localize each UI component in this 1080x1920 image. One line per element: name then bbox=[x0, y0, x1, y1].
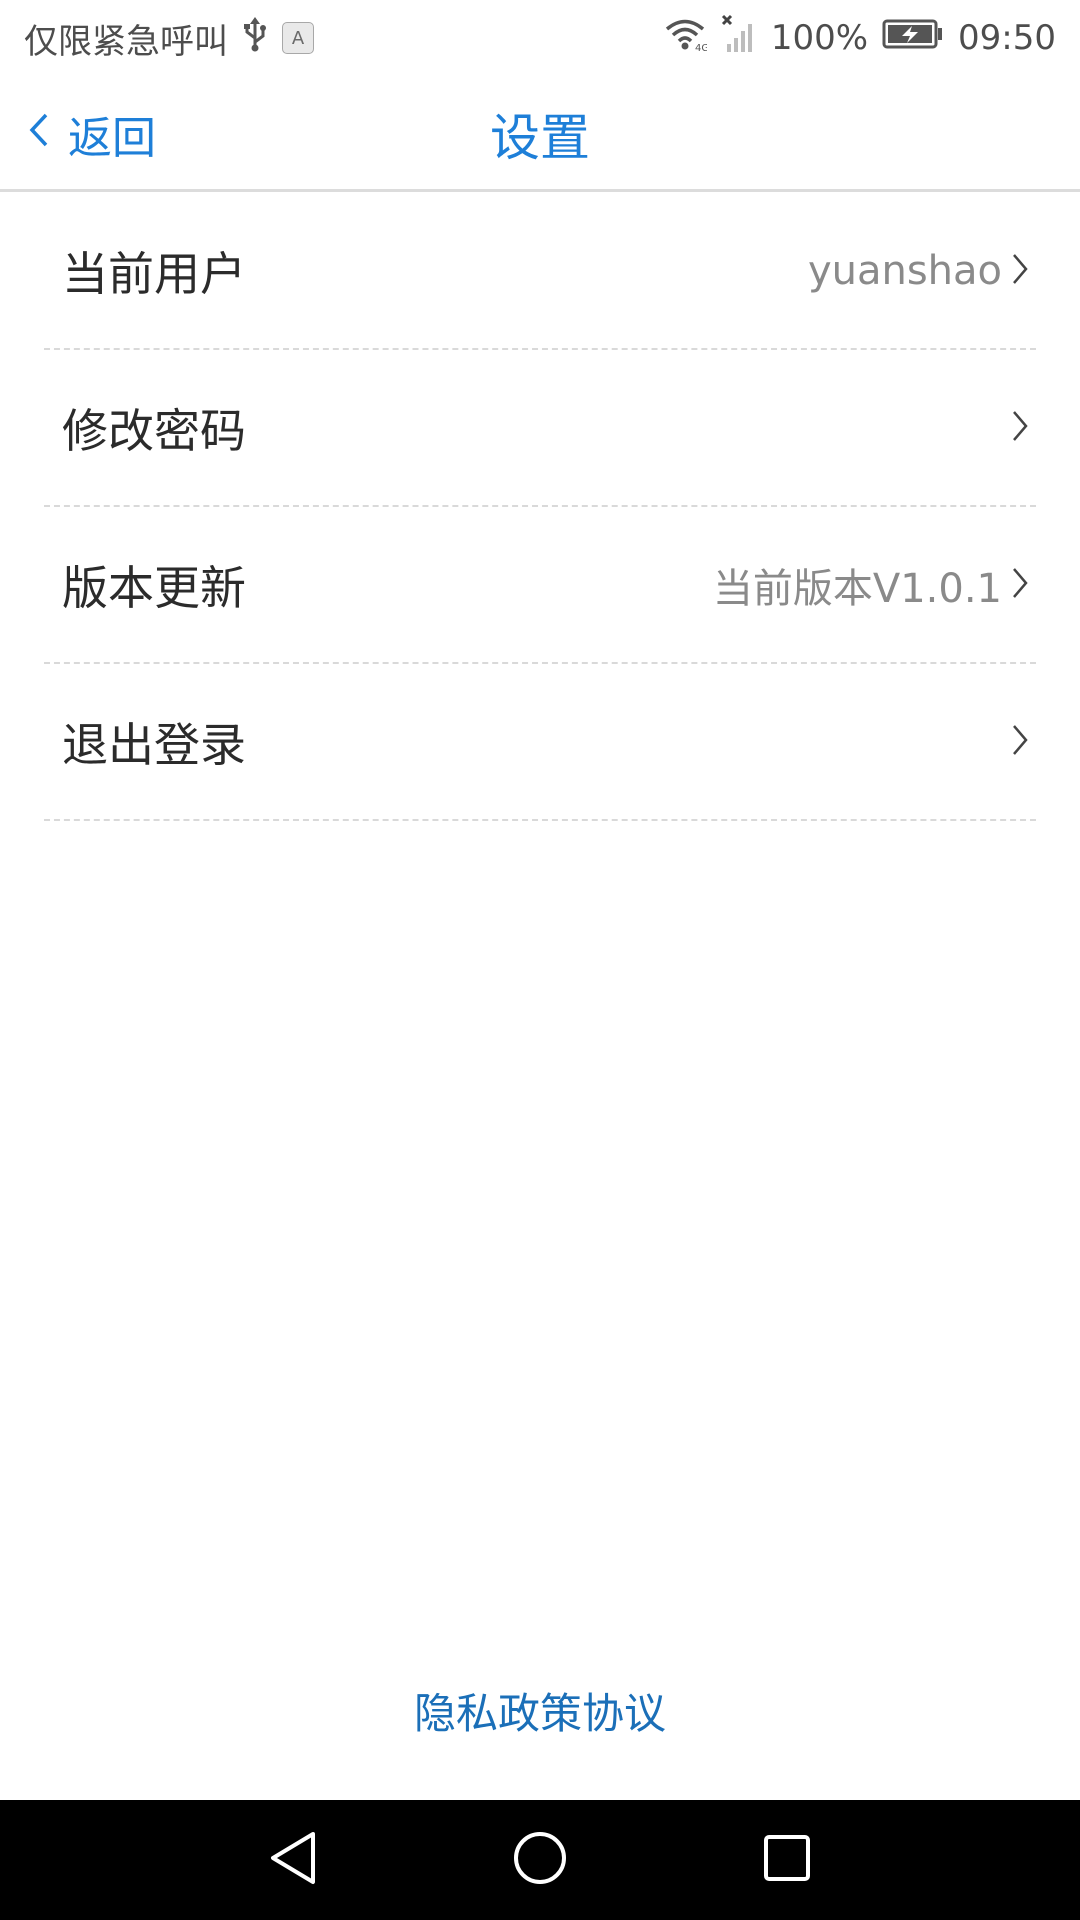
item-right: 当前版本V1.0.1 bbox=[713, 556, 1030, 614]
item-label: 修改密码 bbox=[62, 403, 246, 458]
item-right: yuanshao bbox=[808, 248, 1030, 294]
item-label: 退出登录 bbox=[62, 717, 246, 772]
status-right: 4G 100% 09:50 bbox=[663, 14, 1056, 63]
privacy-policy-link[interactable]: 隐私政策协议 bbox=[0, 1680, 1080, 1741]
battery-percent: 100% bbox=[770, 18, 869, 58]
status-bar: 仅限紧急呼叫 A 4G 100% 09:50 bbox=[0, 0, 1080, 76]
item-right bbox=[1002, 722, 1030, 762]
usb-icon bbox=[242, 16, 268, 61]
version-value: 当前版本V1.0.1 bbox=[712, 565, 1002, 612]
settings-item-current-user[interactable]: 当前用户 yuanshao bbox=[44, 193, 1036, 350]
back-button[interactable]: 返回 bbox=[28, 100, 156, 168]
back-triangle-icon bbox=[265, 1828, 321, 1892]
system-home-button[interactable] bbox=[492, 1812, 588, 1908]
current-user-value: yuanshao bbox=[807, 247, 1002, 294]
chevron-right-icon bbox=[1010, 722, 1030, 762]
system-nav-bar bbox=[0, 1800, 1080, 1920]
item-label: 当前用户 bbox=[62, 246, 246, 301]
svg-text:4G: 4G bbox=[695, 43, 707, 52]
chevron-right-icon bbox=[1010, 565, 1030, 605]
settings-item-change-password[interactable]: 修改密码 bbox=[44, 350, 1036, 507]
carrier-text: 仅限紧急呼叫 bbox=[24, 21, 228, 62]
item-label: 版本更新 bbox=[62, 560, 246, 615]
chevron-right-icon bbox=[1010, 251, 1030, 291]
status-left: 仅限紧急呼叫 A bbox=[24, 14, 314, 63]
system-recents-button[interactable] bbox=[739, 1812, 835, 1908]
ime-icon: A bbox=[282, 22, 314, 54]
system-back-button[interactable] bbox=[245, 1812, 341, 1908]
recents-square-icon bbox=[761, 1832, 813, 1888]
chevron-right-icon bbox=[1010, 408, 1030, 448]
settings-item-logout[interactable]: 退出登录 bbox=[44, 664, 1036, 821]
home-circle-icon bbox=[512, 1830, 568, 1890]
settings-item-version-update[interactable]: 版本更新 当前版本V1.0.1 bbox=[44, 507, 1036, 664]
clock-time: 09:50 bbox=[958, 18, 1056, 58]
battery-charging-icon bbox=[882, 18, 944, 59]
wifi-icon: 4G bbox=[663, 16, 709, 61]
settings-screen: 仅限紧急呼叫 A 4G 100% 09:50 返回 设置 当前用户 yuansh… bbox=[0, 0, 1080, 1920]
back-label: 返回 bbox=[68, 113, 156, 164]
item-right bbox=[1002, 408, 1030, 448]
page-title: 设置 bbox=[490, 109, 590, 167]
signal-icon bbox=[721, 14, 757, 63]
settings-list: 当前用户 yuanshao 修改密码 版本更新 当前版本V1.0.1 退出登录 bbox=[0, 193, 1080, 821]
top-nav-bar: 返回 设置 bbox=[0, 76, 1080, 192]
chevron-left-icon bbox=[28, 109, 50, 160]
